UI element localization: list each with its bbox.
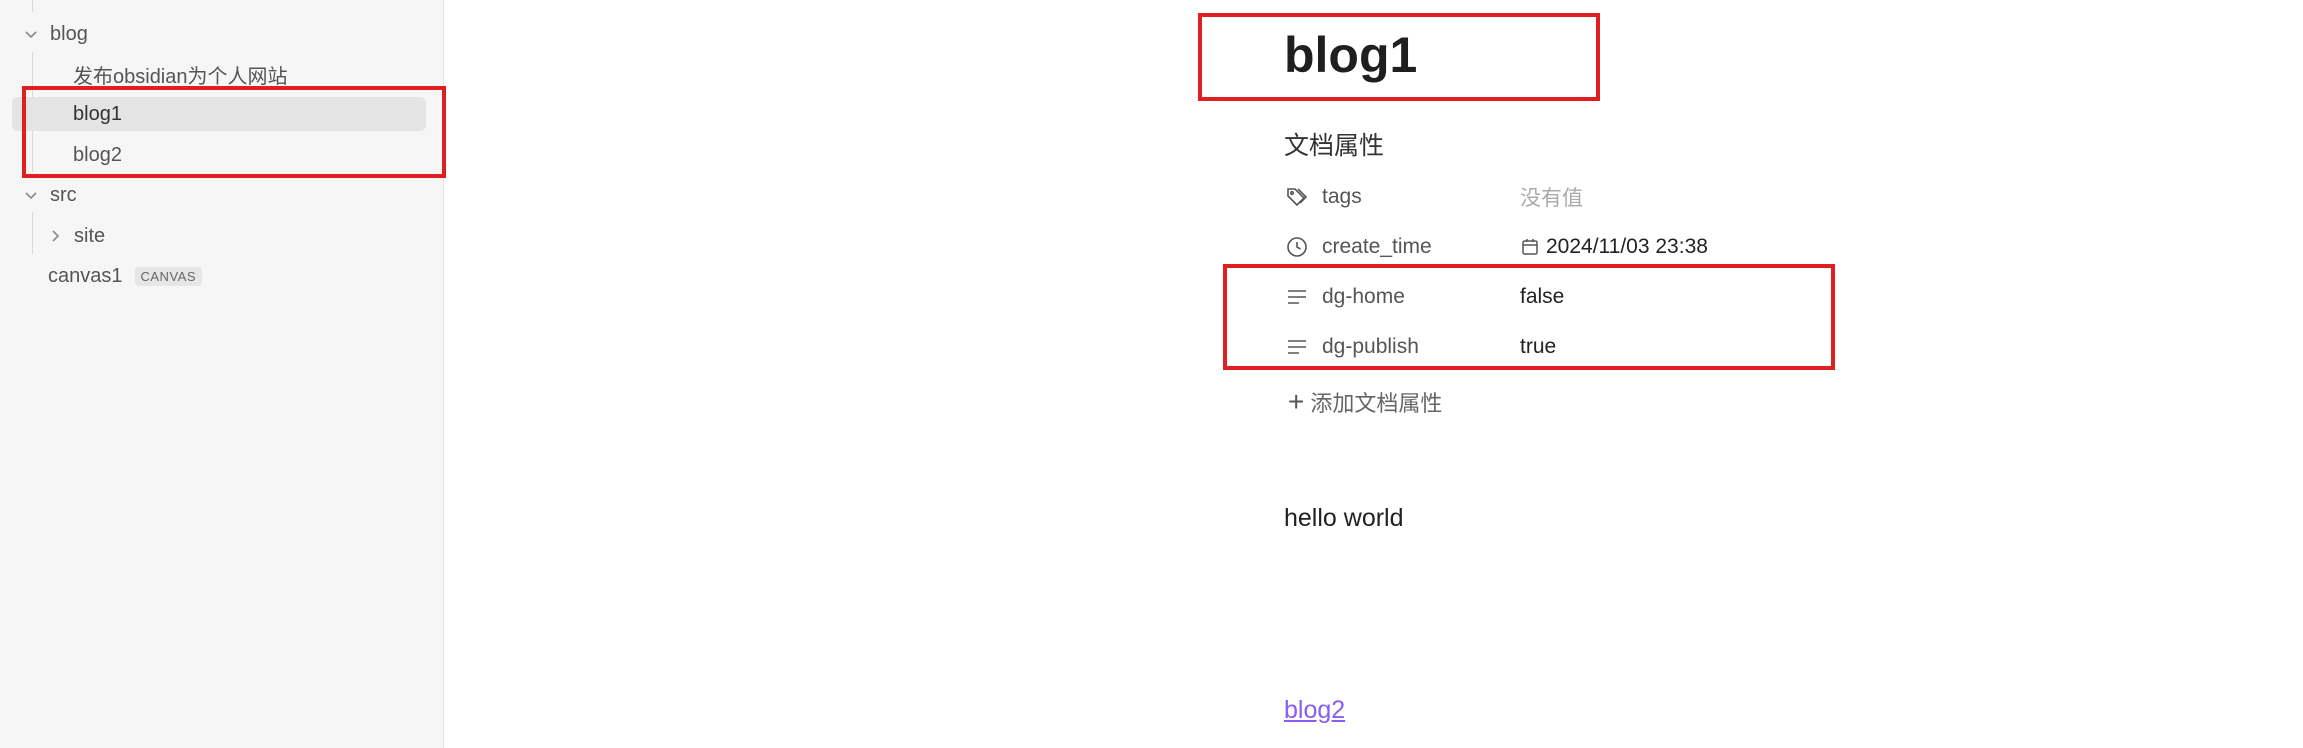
folder-label: src: [50, 183, 77, 206]
property-row-dg-publish[interactable]: dg-publish true: [1284, 330, 1556, 364]
property-key[interactable]: dg-publish: [1322, 335, 1520, 359]
text-lines-icon: [1284, 334, 1310, 360]
property-row-tags[interactable]: tags 没有值: [1284, 180, 1583, 214]
tree-guide-line: [32, 0, 33, 12]
add-property-button[interactable]: + 添加文档属性: [1288, 386, 1442, 418]
file-label: 发布obsidian为个人网站: [73, 65, 288, 88]
property-key[interactable]: tags: [1322, 185, 1520, 209]
text-lines-icon: [1284, 284, 1310, 310]
tag-icon: [1284, 184, 1310, 210]
property-value[interactable]: true: [1520, 335, 1556, 359]
plus-icon: +: [1288, 386, 1305, 417]
folder-label: site: [74, 224, 106, 247]
properties-heading[interactable]: 文档属性: [1284, 126, 1384, 162]
folder-blog[interactable]: blog: [20, 17, 88, 51]
property-key[interactable]: create_time: [1322, 235, 1520, 259]
folder-label: blog: [50, 22, 88, 45]
file-label: canvas1: [48, 264, 123, 287]
date-value: 2024/11/03 23:38: [1546, 235, 1708, 258]
chevron-down-icon: [20, 184, 42, 206]
property-value-placeholder[interactable]: 没有值: [1520, 182, 1583, 212]
calendar-icon: [1520, 237, 1540, 257]
chevron-right-icon: [44, 225, 66, 247]
folder-src[interactable]: src: [20, 178, 77, 212]
folder-site[interactable]: site: [44, 219, 105, 253]
highlight-box-sidebar: [22, 86, 446, 178]
clock-icon: [1284, 234, 1310, 260]
internal-link-blog2[interactable]: blog2: [1284, 696, 1345, 725]
file-item-canvas1[interactable]: canvas1 CANVAS: [48, 259, 202, 293]
add-property-label: 添加文档属性: [1310, 391, 1443, 416]
property-key[interactable]: dg-home: [1322, 285, 1520, 309]
property-row-create-time[interactable]: create_time 2024/11/03 23:38: [1284, 230, 1708, 264]
tree-guide-line: [32, 212, 33, 254]
property-value-date[interactable]: 2024/11/03 23:38: [1520, 235, 1708, 259]
property-value[interactable]: false: [1520, 285, 1564, 309]
note-title[interactable]: blog1: [1284, 26, 1417, 84]
chevron-down-icon: [20, 23, 42, 45]
canvas-badge: CANVAS: [134, 266, 202, 286]
note-body-text[interactable]: hello world: [1284, 504, 1404, 533]
property-row-dg-home[interactable]: dg-home false: [1284, 280, 1564, 314]
